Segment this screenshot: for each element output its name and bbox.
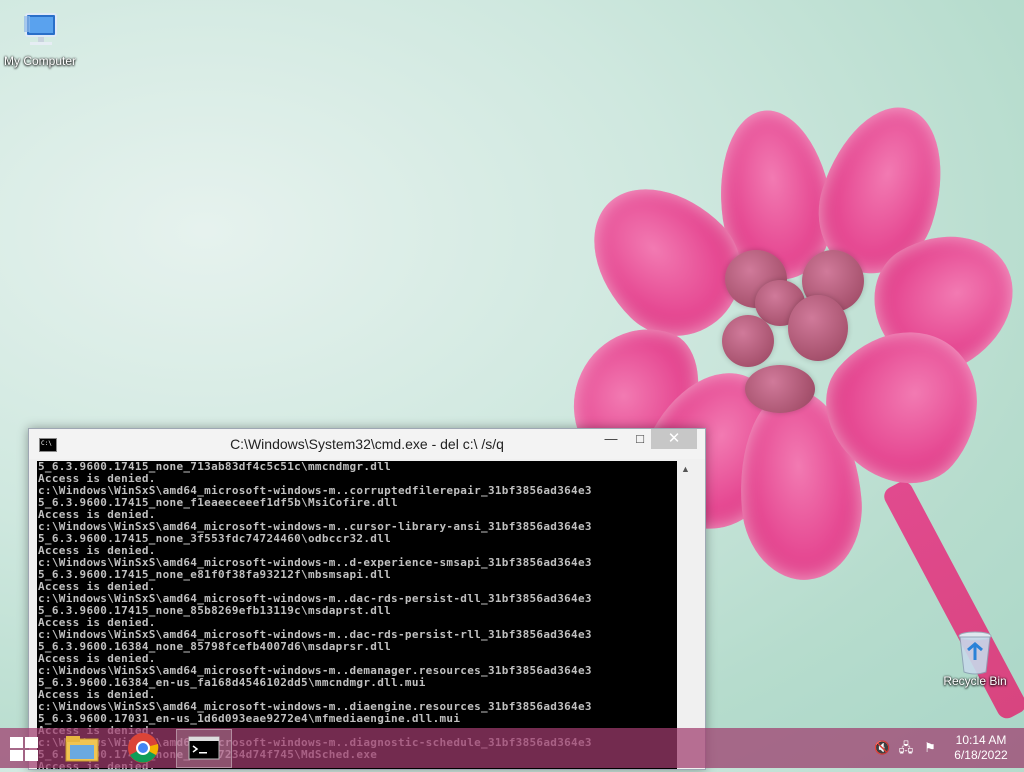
window-title: C:\Windows\System32\cmd.exe - del c:\ /s… [230,436,504,452]
start-button[interactable] [8,736,38,762]
flower-pod [745,365,815,413]
flower-petal [799,299,1011,511]
windows-logo-icon [25,737,38,748]
flower-petal [562,157,768,363]
desktop-icon-label: Recycle Bin [943,674,1007,688]
computer-icon [18,10,62,52]
windows-logo-icon [10,737,23,748]
desktop-icon-label: My Computer [3,54,77,68]
maximize-button[interactable]: □ [626,429,654,449]
chrome-icon [128,733,159,763]
volume-muted-icon[interactable]: 🔇 [874,740,890,756]
taskbar-clock[interactable]: 10:14 AM 6/18/2022 [946,733,1016,763]
flower-pod [802,250,864,312]
flower-pod [725,250,787,308]
taskbar-chrome[interactable] [116,729,170,766]
console-output[interactable]: 5_6.3.9600.17415_none_713ab83df4c5c51c\m… [37,461,677,769]
recycle-bin-icon [953,630,997,675]
windows-logo-icon [10,750,23,761]
flower-petal [801,91,964,289]
minimize-button[interactable]: — [597,429,625,449]
flower-petal [731,385,869,585]
windows-logo-icon [25,750,38,761]
taskbar-command-prompt[interactable] [176,729,232,768]
action-center-icon[interactable]: ⚑ [922,740,938,756]
console-lines: 5_6.3.9600.17415_none_713ab83df4c5c51c\m… [37,461,677,769]
clock-date: 6/18/2022 [954,748,1008,762]
flower-pod [722,315,774,367]
flower-pod [755,280,805,326]
vertical-scrollbar[interactable]: ▲ [677,461,694,769]
desktop-icon-recycle-bin[interactable]: Recycle Bin [933,630,1017,688]
network-icon[interactable]: 🖧 [898,740,914,756]
close-button[interactable]: ✕ [651,429,697,449]
desktop-icon-my-computer[interactable]: My Computer [0,10,82,68]
cmd-window[interactable]: C:\Windows\System32\cmd.exe - del c:\ /s… [28,428,706,770]
taskbar: 🔇 🖧 ⚑ 10:14 AM 6/18/2022 [0,728,1024,768]
folder-icon [65,736,99,762]
command-prompt-icon [188,736,220,760]
flower-petal [708,103,842,287]
clock-time: 10:14 AM [955,733,1007,747]
flower-pod [788,295,848,361]
scroll-up-arrow-icon[interactable]: ▲ [681,464,690,474]
taskbar-file-explorer[interactable] [56,729,110,766]
cmd-titlebar[interactable]: C:\Windows\System32\cmd.exe - del c:\ /s… [29,429,705,459]
flower-petal [851,208,1024,392]
